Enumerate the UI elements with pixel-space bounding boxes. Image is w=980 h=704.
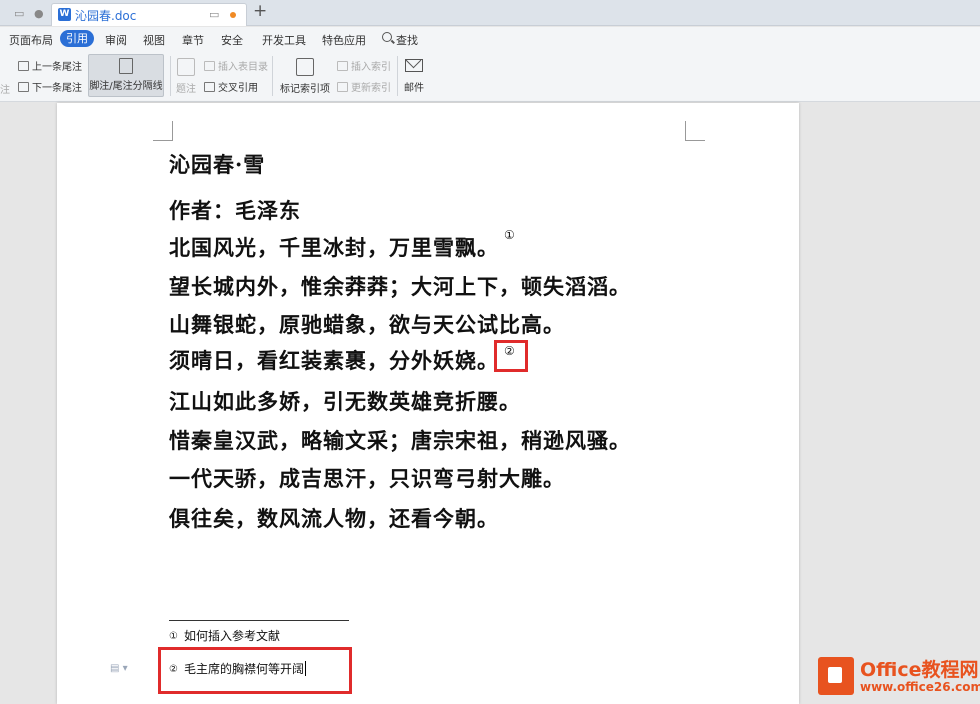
mail-label: 邮件: [404, 83, 424, 94]
search-icon[interactable]: [382, 32, 392, 42]
new-tab-button[interactable]: +: [253, 1, 267, 21]
insert-index-label: 插入索引: [351, 62, 391, 73]
poem-line: 北国风光，千里冰封，万里雪飘。: [169, 235, 499, 260]
footnote-item[interactable]: ① 如何插入参考文献: [169, 627, 280, 644]
unsaved-dot-icon: [230, 12, 236, 18]
separator-icon: [119, 58, 133, 74]
footnote-number: ①: [169, 631, 178, 642]
next-endnote-label: 下一条尾注: [32, 83, 82, 94]
menu-references[interactable]: 引用: [60, 30, 94, 47]
menu-page-layout[interactable]: 页面布局: [9, 32, 53, 48]
divider: [272, 56, 273, 96]
document-page[interactable]: 沁园春·雪 作者：毛泽东 北国风光，千里冰封，万里雪飘。 ① 望长城内外，惟余莽…: [57, 103, 799, 704]
tab-bar: ▭ ● W 沁园春.doc ▭ +: [0, 0, 980, 26]
poem-title: 沁园春·雪: [169, 152, 266, 177]
insert-index-icon: [337, 61, 348, 71]
update-index-button[interactable]: 更新索引: [337, 79, 391, 94]
menu-bar: 页面布局 引用 审阅 视图 章节 安全 开发工具 特色应用 查找: [0, 27, 980, 50]
footnote-reference[interactable]: ①: [504, 228, 515, 242]
poem-line: 惜秦皇汉武，略输文采；唐宗宋祖，稍逊风骚。: [169, 428, 631, 453]
menu-review[interactable]: 审阅: [105, 32, 127, 48]
ribbon-toolbar: 注 上一条尾注 下一条尾注 脚注/尾注分隔线 题注 插入表目录 交叉引用 标记索…: [0, 50, 980, 102]
update-index-icon: [337, 82, 348, 92]
poem-line: 俱往矣，数风流人物，还看今朝。: [169, 506, 499, 531]
previous-tab-stub[interactable]: ▭ ●: [0, 4, 50, 26]
prev-endnote-icon: [18, 61, 29, 71]
footnote-separator-label: 脚注/尾注分隔线: [89, 81, 163, 92]
menu-special[interactable]: 特色应用: [322, 32, 366, 48]
document-tab-title: 沁园春.doc: [75, 9, 137, 23]
office-logo-icon: [818, 657, 854, 695]
highlight-box: [158, 647, 352, 694]
divider: [397, 56, 398, 96]
mark-index-entry-button[interactable]: 标记索引项: [279, 58, 331, 95]
insert-table-of-figures-label: 插入表目录: [218, 62, 268, 73]
page-corner-marker: [153, 121, 173, 141]
mail-icon: [405, 59, 423, 72]
menu-view[interactable]: 视图: [143, 32, 165, 48]
paragraph-options-icon[interactable]: ▤ ▾: [110, 663, 128, 674]
mark-index-entry-label: 标记索引项: [280, 84, 330, 95]
caption-icon: [177, 58, 195, 76]
menu-security[interactable]: 安全: [221, 32, 243, 48]
poem-line: 江山如此多娇，引无数英雄竞折腰。: [169, 389, 521, 414]
divider: [170, 56, 171, 96]
highlight-box: [494, 340, 528, 372]
prev-endnote-label: 上一条尾注: [32, 62, 82, 73]
next-endnote-icon: [18, 82, 29, 92]
page-corner-marker: [685, 121, 705, 141]
watermark-name: Office教程网: [860, 659, 979, 681]
prev-endnote-button[interactable]: 上一条尾注: [18, 58, 82, 73]
cross-reference-button[interactable]: 交叉引用: [204, 79, 258, 94]
monitor-icon: ▭: [14, 7, 25, 20]
table-of-figures-icon: [204, 61, 215, 71]
poem-author: 作者：毛泽东: [169, 198, 301, 223]
caption-label: 题注: [176, 84, 196, 95]
footnote-separator-button[interactable]: 脚注/尾注分隔线: [88, 54, 164, 97]
dot-icon: ●: [34, 7, 44, 20]
document-tab[interactable]: W 沁园春.doc ▭: [51, 3, 247, 26]
poem-line: 须晴日，看红装素裹，分外妖娆。: [169, 348, 499, 373]
update-index-label: 更新索引: [351, 83, 391, 94]
monitor-icon[interactable]: ▭: [209, 8, 219, 21]
word-doc-icon: W: [58, 8, 71, 21]
menu-developer[interactable]: 开发工具: [262, 32, 306, 48]
footnote-separator-line: [169, 620, 349, 621]
poem-line: 一代天骄，成吉思汗，只识弯弓射大雕。: [169, 466, 565, 491]
caption-button[interactable]: 题注: [174, 58, 198, 95]
poem-line: 山舞银蛇，原驰蜡象，欲与天公试比高。: [169, 312, 565, 337]
footnote-text: 如何插入参考文献: [183, 629, 280, 643]
cross-reference-label: 交叉引用: [218, 83, 258, 94]
next-endnote-button[interactable]: 下一条尾注: [18, 79, 82, 94]
insert-table-of-figures-button[interactable]: 插入表目录: [204, 58, 268, 73]
cross-reference-icon: [204, 82, 215, 92]
poem-line: 望长城内外，惟余莽莽；大河上下，顿失滔滔。: [169, 274, 631, 299]
insert-index-button[interactable]: 插入索引: [337, 58, 391, 73]
watermark-url: www.office26.com: [860, 680, 980, 694]
clipped-ribbon-label: 注: [0, 85, 10, 96]
menu-find[interactable]: 查找: [396, 32, 418, 48]
mark-index-icon: [296, 58, 314, 76]
mail-button[interactable]: 邮件: [401, 57, 427, 94]
menu-chapter[interactable]: 章节: [182, 32, 204, 48]
watermark-logo: Office教程网 www.office26.com: [818, 655, 980, 701]
